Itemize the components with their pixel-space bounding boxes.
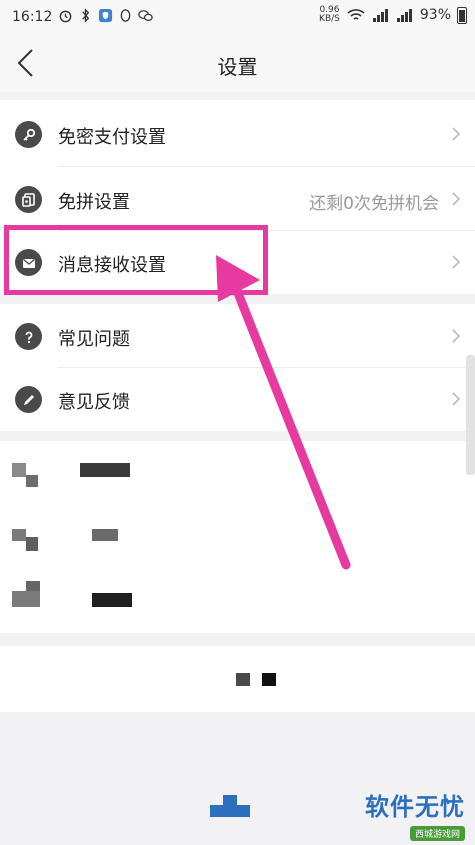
redacted-block	[236, 673, 250, 686]
chevron-right-icon	[452, 392, 461, 406]
redacted-block	[12, 591, 40, 607]
net-speed: 0.96 KB/S	[319, 6, 340, 24]
redacted-button-row[interactable]	[0, 646, 475, 712]
wifi-icon	[347, 9, 365, 20]
nav-bar: 设置	[0, 34, 475, 92]
wechat-icon	[138, 10, 153, 21]
envelope-icon	[15, 249, 42, 276]
redacted-block	[26, 475, 38, 487]
watermark: 软件无忧 西城游戏网	[365, 787, 465, 841]
app-logo-icon	[210, 795, 250, 817]
scrollbar-thumb[interactable]	[466, 355, 475, 475]
chevron-right-icon	[452, 329, 461, 343]
row-label: 免密支付设置	[58, 127, 166, 148]
redacted-block	[12, 529, 26, 541]
row-faq[interactable]: 常见问题	[0, 304, 475, 368]
row-label: 常见问题	[58, 329, 130, 350]
row-password-free-payment[interactable]: 免密支付设置	[0, 102, 475, 166]
shield-app-icon	[98, 8, 113, 23]
redacted-block	[92, 593, 132, 607]
coupon-icon	[15, 186, 42, 213]
chevron-right-icon	[452, 127, 461, 141]
redacted-group	[0, 441, 475, 633]
status-time: 16:12	[12, 9, 53, 25]
key-icon	[15, 121, 42, 148]
chevron-right-icon	[452, 192, 461, 206]
status-system-icons: 0.96 KB/S 93%	[319, 6, 467, 24]
watermark-sub: 西城游戏网	[409, 826, 465, 841]
row-feedback[interactable]: 意见反馈	[0, 367, 475, 431]
redacted-block	[26, 537, 38, 551]
question-icon	[15, 323, 42, 350]
redacted-block	[262, 673, 276, 686]
settings-group-2: 常见问题 意见反馈	[0, 304, 475, 431]
row-value: 还剩0次免拼机会	[309, 194, 439, 214]
page-title: 设置	[217, 55, 258, 79]
net-speed-unit: KB/S	[319, 14, 340, 24]
row-label: 消息接收设置	[58, 255, 166, 276]
battery-icon	[457, 6, 467, 24]
redacted-block	[12, 463, 26, 477]
row-label: 免拼设置	[58, 192, 130, 213]
watermark-title: 软件无忧	[365, 793, 465, 821]
bluetooth-icon	[82, 8, 90, 23]
row-message-settings[interactable]: 消息接收设置	[0, 230, 475, 294]
signal-4g-icon	[396, 9, 412, 22]
qq-icon	[120, 9, 131, 22]
battery-percent: 93%	[419, 7, 451, 23]
settings-group-1: 免密支付设置 免拼设置 还剩0次免拼机会 消息接收设置	[0, 100, 475, 294]
status-notification-icons	[58, 8, 153, 23]
row-label: 意见反馈	[58, 392, 130, 413]
redacted-block	[80, 463, 130, 477]
chevron-right-icon	[452, 255, 461, 269]
row-group-free-settings[interactable]: 免拼设置 还剩0次免拼机会	[0, 167, 475, 231]
signal-icon	[372, 9, 388, 22]
alarm-icon	[59, 10, 72, 23]
status-bar: 16:12 0.96 KB/S 93%	[0, 0, 475, 34]
redacted-block	[92, 529, 118, 541]
pencil-icon	[15, 386, 42, 413]
